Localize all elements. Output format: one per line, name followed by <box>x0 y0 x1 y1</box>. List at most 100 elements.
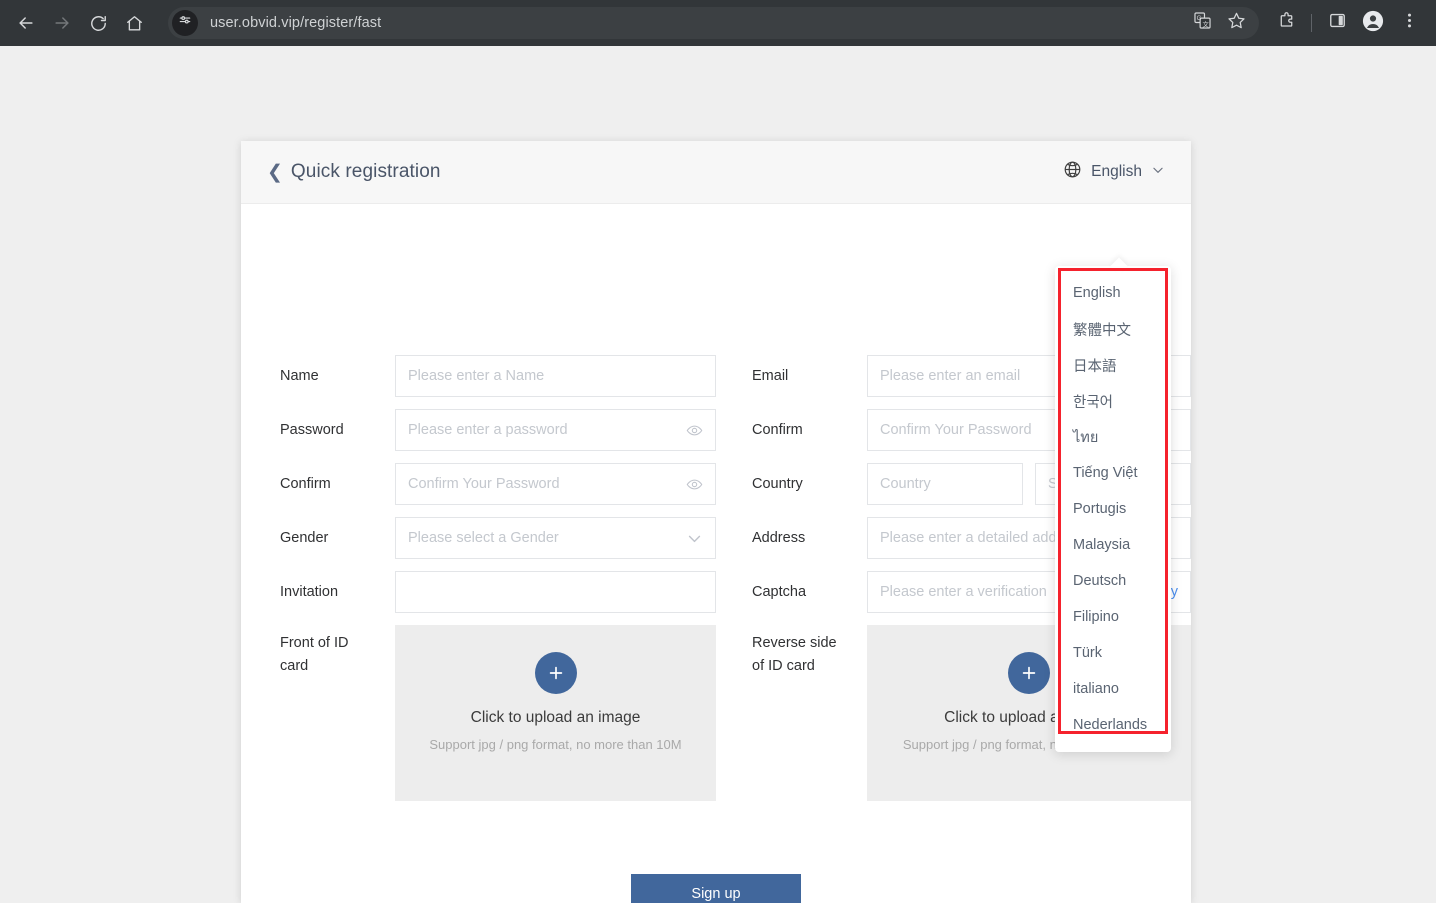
side-panel-button[interactable] <box>1320 6 1354 40</box>
field-label: Gender <box>280 530 329 546</box>
field-label: Email <box>752 368 789 384</box>
invitation-input[interactable] <box>395 571 716 613</box>
current-language-label: English <box>1091 163 1142 180</box>
placeholder-text: Confirm Your Password <box>880 422 1032 438</box>
country-input[interactable]: Country <box>867 463 1023 505</box>
language-option[interactable]: 繁體中文 <box>1055 311 1171 347</box>
confirm-password-input[interactable]: Confirm Your Password <box>395 463 716 505</box>
translate-button[interactable]: G 文 <box>1185 6 1219 40</box>
reverse-id-label-line2: of ID card <box>752 658 815 675</box>
field-label: Address <box>752 530 806 546</box>
chevron-down-icon[interactable] <box>686 530 703 547</box>
upload-sub-text: Support jpg / png format, no more than 1… <box>429 737 682 752</box>
forward-button[interactable] <box>46 7 78 39</box>
field-label: Captcha <box>752 584 807 600</box>
front-id-upload-box[interactable]: Click to upload an image Support jpg / p… <box>395 625 716 801</box>
page-viewport: ❮ Quick registration English Name Please… <box>0 46 1436 903</box>
field-gender: Gender Please select a Gender <box>280 517 716 559</box>
language-dropdown[interactable]: English 繁體中文 日本語 한국어 ไทย Tiếng Việt Portugis Ma… <box>1055 266 1171 752</box>
upload-main-text: Click to upload an image <box>470 709 641 726</box>
side-panel-icon <box>1328 11 1347 35</box>
signup-button-wrap: Sign up <box>241 874 1191 903</box>
reverse-id-label-line1: Reverse side <box>752 635 837 651</box>
field-label: Invitation <box>280 584 339 600</box>
field-label: Reverse side of ID card <box>752 625 867 679</box>
field-label: Confirm <box>280 476 331 492</box>
front-id-label-line2: card <box>280 658 309 675</box>
placeholder-text: Confirm Your Password <box>408 476 560 492</box>
language-option[interactable]: Deutsch <box>1055 563 1171 599</box>
password-input[interactable]: Please enter a password <box>395 409 716 451</box>
placeholder-text: Please enter an email <box>880 368 1021 384</box>
field-label: Name <box>280 368 319 384</box>
home-button[interactable] <box>118 7 150 39</box>
field-label: Country <box>752 476 803 492</box>
placeholder-text: Please enter a verification <box>880 584 1047 600</box>
placeholder-text: Please enter a detailed address <box>880 530 1084 546</box>
reload-icon <box>89 14 108 33</box>
profile-avatar-icon <box>1362 10 1384 37</box>
language-option[interactable]: English <box>1055 275 1171 311</box>
field-password: Password Please enter a password <box>280 409 716 451</box>
language-option[interactable]: italiano <box>1055 671 1171 707</box>
forward-arrow-icon <box>52 13 72 33</box>
form-column-left: Name Please enter a Name Password Please… <box>241 355 716 801</box>
back-button[interactable] <box>10 7 42 39</box>
site-settings-button[interactable] <box>172 10 198 36</box>
language-option[interactable]: 한국어 <box>1055 383 1171 419</box>
gender-select[interactable]: Please select a Gender <box>395 517 716 559</box>
globe-icon <box>1063 160 1082 184</box>
language-option[interactable]: Malaysia <box>1055 527 1171 563</box>
browser-action-icons <box>1269 6 1426 40</box>
registration-card: ❮ Quick registration English Name Please… <box>241 141 1191 903</box>
language-option[interactable]: Tiếng Việt <box>1055 455 1171 491</box>
three-dot-menu-icon <box>1400 11 1419 35</box>
site-settings-icon <box>178 14 192 33</box>
bookmark-button[interactable] <box>1219 6 1253 40</box>
language-option[interactable]: Nederlands <box>1055 707 1171 743</box>
field-front-id: Front of ID card Click to upload an imag… <box>280 625 716 801</box>
reload-button[interactable] <box>82 7 114 39</box>
language-option[interactable]: Filipino <box>1055 599 1171 635</box>
placeholder-text: Please enter a Name <box>408 368 545 384</box>
language-option[interactable]: Portugis <box>1055 491 1171 527</box>
placeholder-text: Please select a Gender <box>408 530 559 546</box>
language-option[interactable]: 日本語 <box>1055 347 1171 383</box>
back-arrow-icon <box>16 13 36 33</box>
signup-button[interactable]: Sign up <box>631 874 801 903</box>
star-icon <box>1227 11 1246 35</box>
home-icon <box>125 14 144 33</box>
placeholder-text: Country <box>880 476 931 492</box>
chrome-menu-button[interactable] <box>1392 6 1426 40</box>
page-title: Quick registration <box>290 161 441 182</box>
language-option[interactable]: ไทย <box>1055 419 1171 455</box>
field-name: Name Please enter a Name <box>280 355 716 397</box>
chevron-down-icon[interactable] <box>1151 163 1165 182</box>
extensions-button[interactable] <box>1269 6 1303 40</box>
front-id-label-line1: Front of ID <box>280 635 349 651</box>
form-grid: Name Please enter a Name Password Please… <box>241 355 1191 801</box>
eye-icon[interactable] <box>686 476 703 493</box>
field-label: Front of ID card <box>280 625 395 679</box>
extensions-puzzle-icon <box>1277 11 1296 35</box>
plus-icon <box>534 652 577 694</box>
svg-text:G: G <box>1196 15 1201 22</box>
registration-form: Name Please enter a Name Password Please… <box>241 204 1191 903</box>
chevron-left-icon[interactable]: ❮ <box>267 163 283 182</box>
svg-text:文: 文 <box>1202 19 1209 28</box>
toolbar-divider <box>1311 14 1312 32</box>
url-text: user.obvid.vip/register/fast <box>210 15 382 31</box>
name-input[interactable]: Please enter a Name <box>395 355 716 397</box>
card-header: ❮ Quick registration English <box>241 141 1191 204</box>
eye-icon[interactable] <box>686 422 703 439</box>
placeholder-text: Please enter a password <box>408 422 568 438</box>
field-confirm-password: Confirm Confirm Your Password <box>280 463 716 505</box>
browser-toolbar: user.obvid.vip/register/fast G 文 <box>0 0 1436 46</box>
translate-icon: G 文 <box>1193 11 1212 35</box>
field-label: Password <box>280 422 344 438</box>
language-option[interactable]: Türk <box>1055 635 1171 671</box>
field-label: Confirm <box>752 422 803 438</box>
language-switcher[interactable]: English <box>1063 160 1165 184</box>
address-bar[interactable]: user.obvid.vip/register/fast G 文 <box>168 7 1259 39</box>
profile-button[interactable] <box>1356 6 1390 40</box>
